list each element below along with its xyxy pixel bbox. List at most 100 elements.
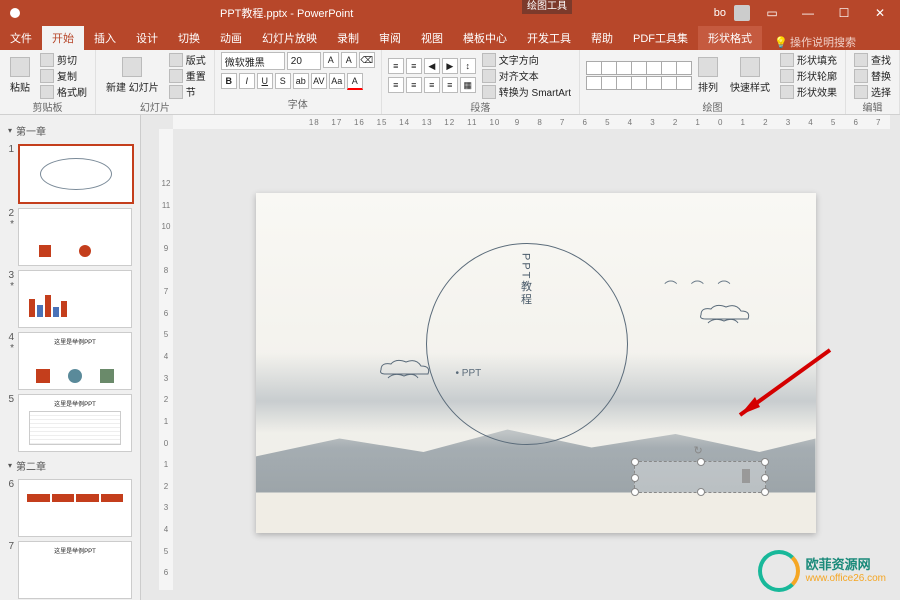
underline-button[interactable]: U bbox=[257, 73, 273, 89]
font-size-select[interactable]: 20 bbox=[287, 52, 321, 70]
tell-me[interactable]: 💡操作说明搜索 bbox=[774, 34, 856, 50]
resize-handle[interactable] bbox=[631, 458, 639, 466]
vertical-title[interactable]: PPT教程 bbox=[518, 253, 534, 306]
shape-line-icon[interactable] bbox=[616, 61, 632, 75]
tab-developer[interactable]: 开发工具 bbox=[517, 26, 581, 50]
resize-handle[interactable] bbox=[761, 488, 769, 496]
spacing-button[interactable]: AV bbox=[311, 73, 327, 89]
slide-thumbnails[interactable]: 第一章 1 2* 3* 4*这里是举例PPT 5这里是举例PPT 第二章 6 7… bbox=[0, 115, 141, 600]
ruler-vertical[interactable]: 1211109876543210123456 bbox=[159, 129, 173, 590]
increase-font-button[interactable]: A bbox=[323, 52, 339, 68]
case-button[interactable]: Aa bbox=[329, 73, 345, 89]
quick-styles-button[interactable]: 快速样式 bbox=[726, 55, 774, 96]
shape-fill-button[interactable]: 形状填充 bbox=[778, 52, 839, 67]
text-direction-button[interactable]: 文字方向 bbox=[480, 52, 573, 67]
select-button[interactable]: 选择 bbox=[852, 84, 893, 99]
resize-handle[interactable] bbox=[697, 458, 705, 466]
tab-view[interactable]: 视图 bbox=[411, 26, 453, 50]
close-icon[interactable]: ✕ bbox=[866, 3, 894, 23]
ribbon-options-icon[interactable]: ▭ bbox=[758, 3, 786, 23]
shadow-button[interactable]: ab bbox=[293, 73, 309, 89]
shape-arrow-icon[interactable] bbox=[631, 61, 647, 75]
reset-button[interactable]: 重置 bbox=[167, 68, 208, 83]
find-button[interactable]: 查找 bbox=[852, 52, 893, 67]
columns-button[interactable]: ▦ bbox=[460, 77, 476, 93]
smartart-button[interactable]: 转换为 SmartArt bbox=[480, 84, 573, 99]
align-right-button[interactable]: ≡ bbox=[424, 77, 440, 93]
shape-rect-icon[interactable] bbox=[586, 61, 602, 75]
tab-review[interactable]: 审阅 bbox=[369, 26, 411, 50]
layout-button[interactable]: 版式 bbox=[167, 52, 208, 67]
tab-insert[interactable]: 插入 bbox=[84, 26, 126, 50]
align-text-button[interactable]: 对齐文本 bbox=[480, 68, 573, 83]
bullets-button[interactable]: ≡ bbox=[388, 58, 404, 74]
italic-button[interactable]: I bbox=[239, 73, 255, 89]
thumb-6[interactable] bbox=[18, 479, 132, 537]
format-painter-button[interactable]: 格式刷 bbox=[38, 84, 89, 99]
shape-outline-button[interactable]: 形状轮廓 bbox=[778, 68, 839, 83]
justify-button[interactable]: ≡ bbox=[442, 77, 458, 93]
tab-template[interactable]: 模板中心 bbox=[453, 26, 517, 50]
tab-file[interactable]: 文件 bbox=[0, 26, 42, 50]
font-color-button[interactable]: A bbox=[347, 73, 363, 90]
thumb-5[interactable]: 这里是举例PPT bbox=[18, 394, 132, 452]
ruler-horizontal[interactable]: 18171615141312111098765432101234567 bbox=[173, 115, 890, 129]
slide-canvas[interactable]: PPT教程 • PPT ︵ ︵ ︵ ↻ bbox=[256, 193, 816, 533]
shape-action-icon[interactable] bbox=[661, 76, 677, 90]
resize-handle[interactable] bbox=[697, 488, 705, 496]
decrease-font-button[interactable]: A bbox=[341, 52, 357, 68]
numbering-button[interactable]: ≡ bbox=[406, 58, 422, 74]
thumb-2[interactable] bbox=[18, 208, 132, 266]
resize-handle[interactable] bbox=[761, 474, 769, 482]
copy-button[interactable]: 复制 bbox=[38, 68, 89, 83]
rotate-handle-icon[interactable]: ↻ bbox=[694, 444, 706, 456]
bold-button[interactable]: B bbox=[221, 73, 237, 89]
align-left-button[interactable]: ≡ bbox=[388, 77, 404, 93]
user-avatar[interactable] bbox=[734, 5, 750, 21]
selected-textbox[interactable]: ↻ bbox=[634, 461, 766, 493]
tab-format[interactable]: 形状格式 bbox=[698, 26, 762, 50]
new-slide-button[interactable]: 新建 幻灯片 bbox=[102, 55, 163, 96]
section-button[interactable]: 节 bbox=[167, 84, 208, 99]
resize-handle[interactable] bbox=[631, 488, 639, 496]
thumb-7[interactable]: 这里是举例PPT bbox=[18, 541, 132, 599]
shape-gallery[interactable] bbox=[586, 61, 690, 90]
shape-expand-icon[interactable] bbox=[676, 76, 692, 90]
cut-button[interactable]: 剪切 bbox=[38, 52, 89, 67]
indent-left-button[interactable]: ◀ bbox=[424, 58, 440, 74]
shape-curve-icon[interactable] bbox=[601, 76, 617, 90]
shape-callout-icon[interactable] bbox=[646, 76, 662, 90]
arrange-button[interactable]: 排列 bbox=[694, 55, 722, 96]
shape-oval-icon[interactable] bbox=[601, 61, 617, 75]
tab-record[interactable]: 录制 bbox=[327, 26, 369, 50]
align-center-button[interactable]: ≡ bbox=[406, 77, 422, 93]
user-name[interactable]: bo bbox=[714, 7, 726, 19]
tab-transitions[interactable]: 切换 bbox=[168, 26, 210, 50]
maximize-icon[interactable]: ☐ bbox=[830, 3, 858, 23]
thumb-4[interactable]: 这里是举例PPT bbox=[18, 332, 132, 390]
thumb-1[interactable] bbox=[18, 144, 134, 204]
thumb-3[interactable] bbox=[18, 270, 132, 328]
resize-handle[interactable] bbox=[761, 458, 769, 466]
shape-star-icon[interactable] bbox=[631, 76, 647, 90]
tab-pdf[interactable]: PDF工具集 bbox=[623, 26, 698, 50]
strikethrough-button[interactable]: S bbox=[275, 73, 291, 89]
indent-right-button[interactable]: ▶ bbox=[442, 58, 458, 74]
shape-more-icon[interactable] bbox=[676, 61, 692, 75]
paste-button[interactable]: 粘贴 bbox=[6, 55, 34, 96]
minimize-icon[interactable]: — bbox=[794, 3, 822, 23]
tab-help[interactable]: 帮助 bbox=[581, 26, 623, 50]
shape-connector-icon[interactable] bbox=[586, 76, 602, 90]
shape-brace-icon[interactable] bbox=[616, 76, 632, 90]
tab-slideshow[interactable]: 幻灯片放映 bbox=[252, 26, 327, 50]
section-header-2[interactable]: 第二章 bbox=[0, 454, 140, 477]
section-header-1[interactable]: 第一章 bbox=[0, 119, 140, 142]
clear-format-button[interactable]: ⌫ bbox=[359, 52, 375, 68]
replace-button[interactable]: 替换 bbox=[852, 68, 893, 83]
shape-effects-button[interactable]: 形状效果 bbox=[778, 84, 839, 99]
line-spacing-button[interactable]: ↕ bbox=[460, 58, 476, 74]
bullet-text[interactable]: • PPT bbox=[456, 368, 482, 379]
shape-textbox-icon[interactable] bbox=[661, 61, 677, 75]
autosave-icon[interactable] bbox=[10, 8, 20, 18]
resize-handle[interactable] bbox=[631, 474, 639, 482]
